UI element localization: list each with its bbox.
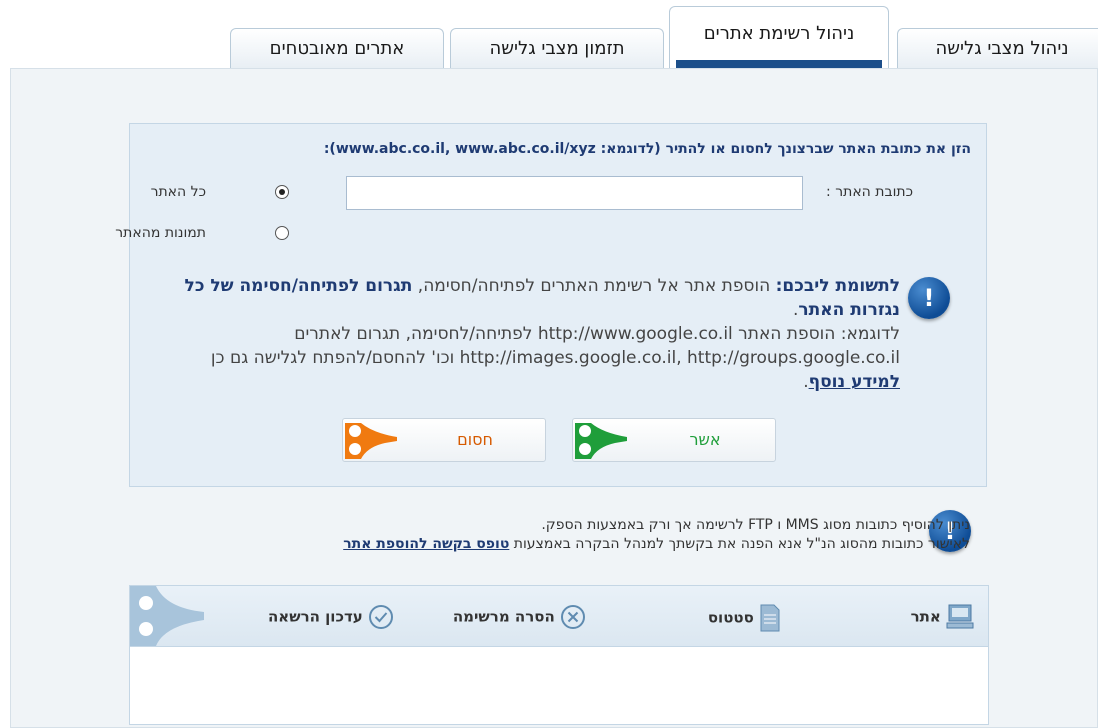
block-icon	[345, 423, 397, 459]
form-instruction: הזן את כתובת האתר שברצונך לחסום או להתיר…	[323, 141, 971, 157]
add-site-form: הזן את כתובת האתר שברצונך לחסום או להתיר…	[115, 123, 987, 487]
radio-whole-site[interactable]	[275, 185, 289, 199]
table-header: אתר סטטוס הסרה מרשימה עדכון הרשאה	[130, 586, 988, 647]
note-line-1: ניתן להוסיף כתובות מסוג MMS ו FTP לרשימה…	[541, 517, 970, 533]
column-remove-label: הסרה מרשימה	[452, 607, 555, 626]
tab-browsing-modes[interactable]: ניהול מצבי גלישה	[897, 28, 1098, 72]
url-input[interactable]	[346, 176, 803, 210]
active-tab-indicator	[676, 60, 882, 68]
radio-whole-site-label: כל האתר	[150, 184, 206, 200]
mms-ftp-note: ניתן להוסיף כתובות מסוג MMS ו FTP לרשימה…	[343, 516, 970, 554]
column-status: סטטוס	[708, 604, 781, 632]
column-update-label: עדכון הרשאה	[268, 607, 363, 626]
notice-example: לדוגמא: הוספת האתר http://www.google.co.…	[210, 324, 900, 368]
request-form-link[interactable]: טופס בקשה להוספת אתר	[343, 536, 509, 552]
more-info-link[interactable]: למידע נוסף	[809, 372, 900, 392]
document-icon	[760, 604, 780, 632]
block-label: חסום	[457, 430, 493, 449]
notice-heading: לתשומת ליבכם:	[775, 276, 900, 296]
column-update: עדכון הרשאה	[268, 604, 394, 630]
monitor-icon	[946, 604, 974, 629]
tab-label: ניהול מצבי גלישה	[935, 38, 1069, 59]
tab-label: אתרים מאובטחים	[269, 38, 405, 59]
column-site-label: אתר	[910, 607, 941, 626]
site-list-table: אתר סטטוס הסרה מרשימה עדכון הרשאה	[129, 585, 989, 725]
tab-secure-sites[interactable]: אתרים מאובטחים	[230, 28, 444, 72]
column-site: אתר	[911, 604, 974, 630]
alert-icon: !	[908, 277, 950, 319]
column-status-label: סטטוס	[707, 608, 754, 627]
notice-text-1: הוספת אתר אל רשימת האתרים לפתיחה/חסימה,	[412, 276, 776, 296]
confirm-icon	[575, 423, 627, 459]
confirm-button[interactable]: אשר	[572, 418, 776, 462]
confirm-label: אשר	[689, 430, 721, 449]
tab-label: תזמון מצבי גלישה	[489, 38, 625, 59]
url-label: כתובת האתר :	[826, 184, 913, 200]
block-button[interactable]: חסום	[342, 418, 546, 462]
tab-label: ניהול רשימת אתרים	[703, 23, 855, 44]
radio-site-images-label: תמונות מהאתר	[115, 225, 206, 241]
check-circle-icon	[369, 605, 393, 629]
column-remove: הסרה מרשימה	[453, 604, 586, 630]
header-decoration-icon	[130, 586, 204, 646]
tab-site-list[interactable]: ניהול רשימת אתרים	[669, 6, 889, 68]
notice-text: לתשומת ליבכם: הוספת אתר אל רשימת האתרים …	[160, 274, 900, 394]
radio-site-images[interactable]	[275, 226, 289, 240]
remove-circle-icon	[561, 605, 585, 629]
tab-browsing-schedule[interactable]: תזמון מצבי גלישה	[450, 28, 664, 72]
note-line-2: לאישור כתובות מהסוג הנ"ל אנא הפנה את בקש…	[509, 536, 970, 552]
